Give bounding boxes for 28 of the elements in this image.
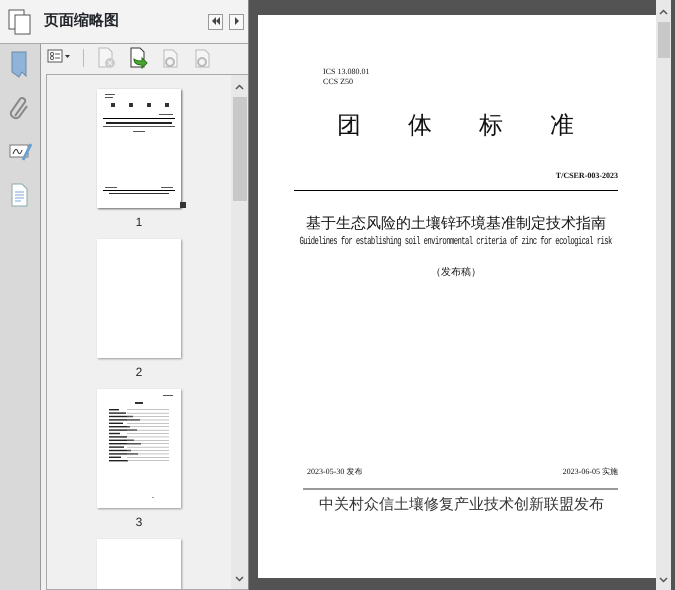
page-number: 1 <box>136 215 142 229</box>
ccs-code: CCS Z50 <box>323 77 354 87</box>
english-title: Guidelines for establishing soil environmental criteria of zinc for ecological risk <box>300 235 612 250</box>
issue-date: 2023-05-30 发布 <box>307 466 362 478</box>
current-page-marker <box>180 202 186 208</box>
document-title: 基于生态风险的土壤锌环境基准制定技术指南 <box>305 214 607 232</box>
implementation-date: 2023-06-05 实施 <box>562 466 618 478</box>
standard-number: T/CSER-003-2023 <box>556 170 618 182</box>
insert-page-icon[interactable] <box>128 47 148 69</box>
pages-icon <box>8 8 32 34</box>
page-thumbnail[interactable] <box>97 389 181 508</box>
heading-character: 团 <box>337 111 361 139</box>
heading-character: 准 <box>550 111 574 139</box>
draft-status: （发布稿） <box>431 266 481 280</box>
double-left-arrow-icon <box>210 16 220 26</box>
collapse-button[interactable] <box>208 14 223 30</box>
heading-character: 体 <box>408 111 432 139</box>
expand-button[interactable] <box>229 14 244 30</box>
scrollbar-thumb[interactable] <box>658 22 670 58</box>
heading-character: 标 <box>479 111 503 139</box>
scrollbar-thumb[interactable] <box>232 97 246 201</box>
publisher: 中关村众信土壤修复产业技术创新联盟发布 <box>319 494 605 514</box>
page-number: 2 <box>136 365 142 379</box>
page-number: 3 <box>136 515 142 529</box>
page-thumbnail[interactable] <box>97 239 181 358</box>
ics-code: ICS 13.080.01 <box>323 67 370 77</box>
page-thumbnail[interactable] <box>97 89 181 208</box>
panel-title: 页面缩略图 <box>44 11 119 32</box>
